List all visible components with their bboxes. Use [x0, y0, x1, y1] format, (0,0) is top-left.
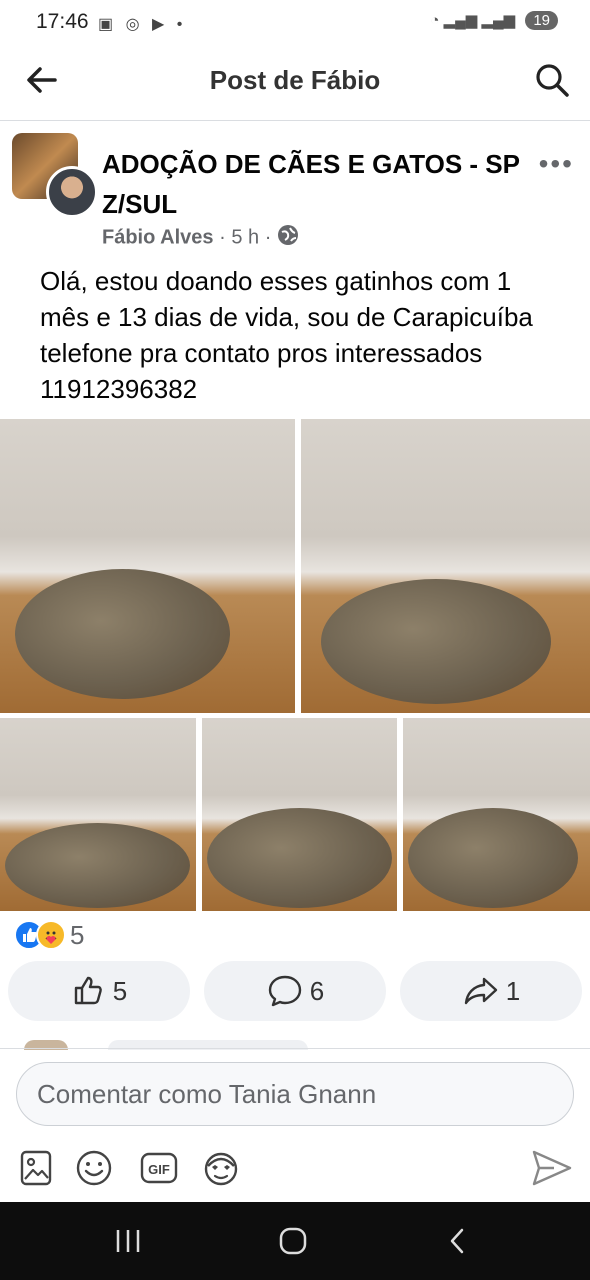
wifi-icon: ◔: [430, 12, 440, 29]
more-icon: •••: [538, 148, 574, 179]
comment-box: [16, 1062, 574, 1126]
avatar-sticker-button[interactable]: [201, 1148, 241, 1188]
post-photo-5[interactable]: [403, 718, 590, 911]
youtube-icon: ▶: [152, 16, 169, 33]
meta-separator: ·: [219, 226, 226, 249]
author-name[interactable]: Fábio Alves: [102, 226, 214, 248]
post-photo-3[interactable]: [0, 718, 196, 911]
svg-text:GIF: GIF: [148, 1162, 170, 1177]
gif-button[interactable]: GIF: [139, 1148, 179, 1188]
divider: [0, 1048, 590, 1049]
post-time[interactable]: 5 h: [231, 226, 259, 248]
recents-icon: [116, 1230, 140, 1252]
author-avatar[interactable]: [46, 166, 98, 218]
battery-indicator: 19: [525, 11, 558, 30]
status-right-icons: ◔ ▂▄▆ ▂▄▆ 19: [430, 11, 558, 30]
back-nav-button[interactable]: [418, 1202, 498, 1280]
thumbs-up-icon: [74, 976, 102, 1005]
reaction-count[interactable]: 5: [70, 920, 84, 951]
like-button[interactable]: 5: [8, 961, 190, 1021]
post-meta: Fábio Alves · 5 h ·: [102, 224, 299, 252]
back-chevron-icon: [450, 1228, 464, 1254]
like-count: 5: [112, 975, 128, 1006]
home-icon: [279, 1227, 307, 1255]
dot-icon: •: [176, 16, 187, 33]
emoji-icon: [76, 1150, 112, 1186]
share-count: 1: [505, 975, 521, 1006]
screenshot-icon: ▣: [98, 16, 118, 33]
chrome-icon: ◎: [125, 16, 144, 33]
globe-icon: [277, 224, 299, 252]
post-photo-2[interactable]: [301, 419, 590, 713]
page-title: Post de Fábio: [209, 65, 381, 95]
signal-icon: ▂▄▆: [481, 12, 516, 29]
comment-icon: [268, 975, 301, 1007]
home-button[interactable]: [253, 1202, 333, 1280]
photo-icon: [20, 1150, 52, 1186]
search-button[interactable]: [532, 60, 572, 100]
post-photo-1[interactable]: [0, 419, 295, 713]
send-button[interactable]: [530, 1148, 572, 1188]
comment-input[interactable]: [35, 1063, 539, 1125]
post-text: Olá, estou doando esses gatinhos com 1 m…: [40, 266, 533, 404]
status-bar: 17:46 ▣ ◎ ▶ • ◔ ▂▄▆ ▂▄▆ 19: [0, 0, 590, 48]
recents-button[interactable]: [88, 1202, 168, 1280]
comment-count: 6: [309, 975, 325, 1006]
share-button[interactable]: 1: [400, 961, 582, 1021]
more-options-button[interactable]: •••: [539, 148, 574, 180]
top-app-bar: Post de Fábio: [0, 48, 590, 121]
system-navigation-bar: [0, 1202, 590, 1280]
care-reaction-icon[interactable]: [36, 920, 66, 950]
signal-icon: ▂▄▆: [443, 12, 478, 29]
avatar-sticker-icon: [204, 1152, 238, 1186]
emoji-button[interactable]: [74, 1148, 114, 1188]
gif-icon: GIF: [140, 1152, 178, 1184]
status-time: 17:46: [36, 10, 89, 33]
status-notification-icons: ▣ ◎ ▶ •: [98, 14, 186, 34]
search-icon: [536, 64, 569, 97]
share-icon: [464, 977, 497, 1005]
meta-separator: ·: [264, 226, 272, 249]
photo-button[interactable]: [17, 1148, 57, 1188]
post-photo-4[interactable]: [202, 718, 397, 911]
group-name[interactable]: ADOÇÃO DE CÃES E GATOS - SP Z/SUL: [102, 144, 522, 224]
send-icon: [532, 1150, 572, 1186]
comment-button[interactable]: 6: [204, 961, 386, 1021]
